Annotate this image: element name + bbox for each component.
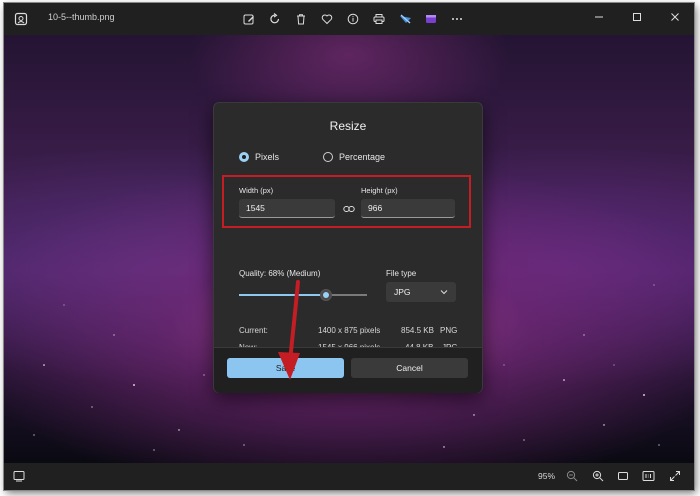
title-bar: 10-5--thumb.png [4, 3, 694, 35]
pixels-radio-label: Pixels [255, 152, 280, 162]
favorite-icon[interactable] [318, 10, 336, 28]
chevron-down-icon [440, 290, 448, 295]
radio-unselected-icon[interactable] [323, 152, 333, 162]
image-canvas: Resize Pixels Percentage Width (px) 1545… [4, 35, 694, 463]
pixels-radio[interactable]: Pixels [239, 152, 279, 162]
filmstrip-toggle-icon[interactable] [12, 469, 26, 483]
print-icon[interactable] [370, 10, 388, 28]
dialog-title: Resize [329, 119, 367, 133]
slider-thumb[interactable] [320, 289, 332, 301]
photos-window: 10-5--thumb.png Resize Pixels Percentage… [4, 3, 694, 490]
height-label: Height (px) [361, 186, 398, 195]
current-size: 854.5 KB [401, 326, 434, 335]
status-bar: 95% [4, 463, 694, 490]
width-field[interactable]: 1545 [239, 199, 335, 218]
clipchamp-icon[interactable] [422, 10, 440, 28]
annotation-arrow [278, 280, 300, 380]
rotate-icon[interactable] [266, 10, 284, 28]
minimize-icon[interactable] [580, 3, 618, 31]
cancel-button[interactable]: Cancel [351, 358, 468, 378]
radio-selected-icon[interactable] [239, 152, 249, 162]
actual-size-icon[interactable] [641, 469, 655, 483]
current-dims: 1400 x 875 pixels [318, 326, 381, 335]
zoom-in-icon[interactable] [591, 469, 605, 483]
delete-icon[interactable] [292, 10, 310, 28]
toolbar [240, 10, 466, 28]
maximize-icon[interactable] [618, 3, 656, 31]
zoom-level: 95% [538, 471, 556, 481]
file-name: 10-5--thumb.png [48, 12, 115, 22]
percentage-radio-label: Percentage [339, 152, 386, 162]
width-label: Width (px) [239, 186, 274, 195]
fit-to-window-icon[interactable] [616, 469, 630, 483]
percentage-radio[interactable]: Percentage [323, 152, 385, 162]
info-icon[interactable] [344, 10, 362, 28]
file-type-select[interactable]: JPG [386, 282, 456, 302]
file-type-value: JPG [394, 287, 411, 297]
window-controls [580, 3, 694, 31]
file-type-label: File type [386, 269, 417, 278]
fullscreen-icon[interactable] [668, 469, 682, 483]
current-label: Current: [239, 326, 268, 335]
link-aspect-ratio-icon[interactable] [343, 204, 355, 214]
resize-dialog: Resize Pixels Percentage Width (px) 1545… [213, 102, 483, 393]
zoom-out-icon[interactable] [565, 469, 579, 483]
more-icon[interactable] [448, 10, 466, 28]
quality-label: Quality: 68% (Medium) [239, 269, 321, 278]
close-icon[interactable] [656, 3, 694, 31]
background-removal-icon[interactable] [396, 10, 414, 28]
edit-icon[interactable] [240, 10, 258, 28]
dialog-footer: Save Cancel [214, 347, 482, 393]
current-format: PNG [440, 326, 458, 335]
film-strip-icon[interactable] [14, 12, 28, 26]
height-field[interactable]: 966 [361, 199, 455, 218]
